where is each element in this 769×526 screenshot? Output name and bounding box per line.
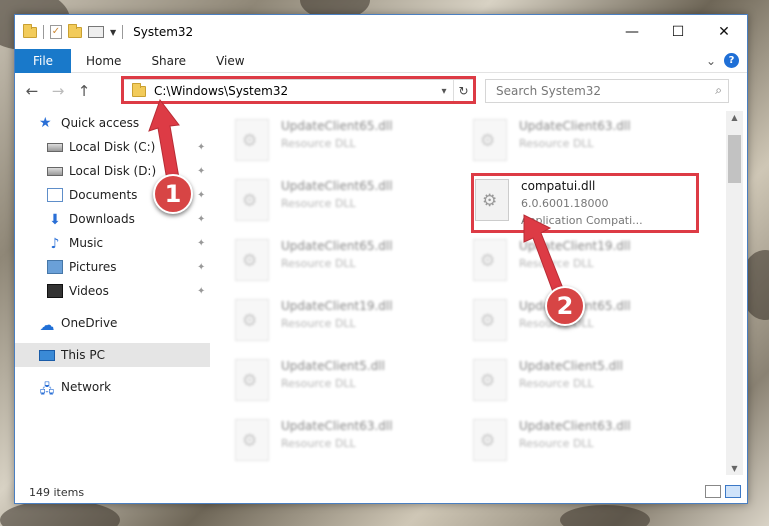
annotation-arrows — [148, 98, 567, 301]
step-badge-1: 1 — [153, 174, 193, 214]
step-badge-2: 2 — [545, 286, 585, 326]
arrow-1 — [148, 98, 181, 187]
